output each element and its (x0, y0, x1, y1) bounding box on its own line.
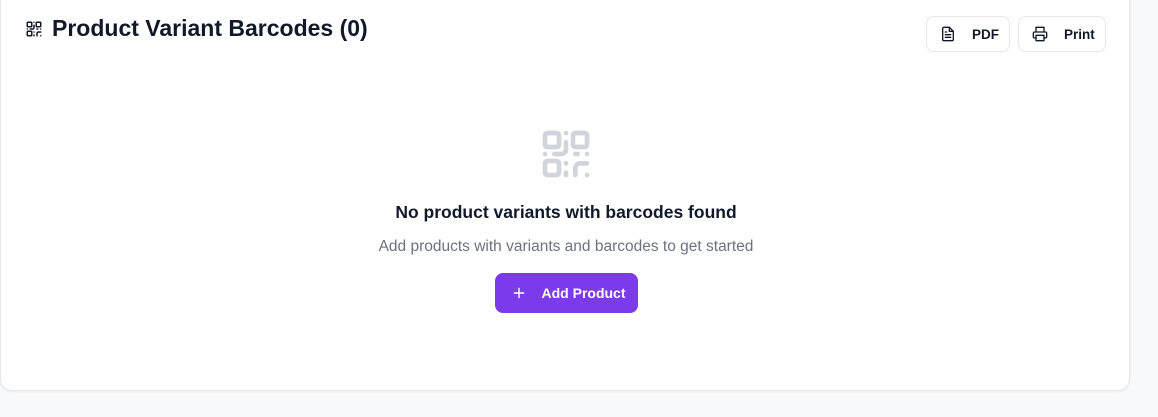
print-button[interactable]: Print (1018, 16, 1106, 52)
pdf-button[interactable]: PDF (926, 16, 1010, 52)
empty-state-title: No product variants with barcodes found (395, 202, 737, 222)
card-header: Product Variant Barcodes (0) (25, 15, 368, 42)
page-title: Product Variant Barcodes (0) (52, 15, 368, 41)
pdf-button-label: PDF (972, 26, 999, 42)
empty-state: No product variants with barcodes found … (1, 126, 1131, 313)
add-product-button[interactable]: Add Product (494, 273, 638, 313)
barcodes-card: Product Variant Barcodes (0) PDF Print N… (0, 0, 1130, 391)
file-text-icon (940, 26, 956, 42)
add-product-button-label: Add Product (541, 285, 626, 301)
qr-code-icon (538, 126, 594, 182)
printer-icon (1032, 26, 1048, 42)
header-actions: PDF Print (926, 16, 1106, 52)
empty-state-subtitle: Add products with variants and barcodes … (378, 238, 754, 255)
print-button-label: Print (1064, 26, 1095, 42)
qr-code-icon (25, 20, 43, 38)
plus-icon (512, 286, 526, 300)
